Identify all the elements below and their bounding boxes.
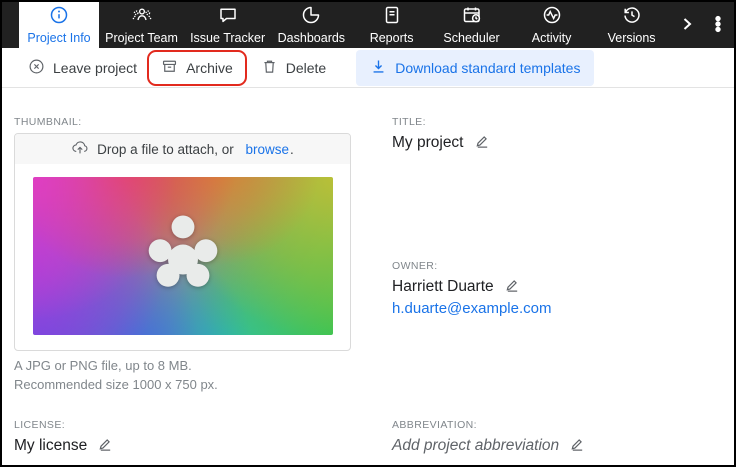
download-icon: [370, 58, 387, 78]
pencil-icon: [505, 278, 520, 296]
tab-label: Issue Tracker: [190, 31, 265, 45]
team-icon: [132, 5, 152, 28]
license-value: My license: [14, 437, 87, 455]
tab-label: Project Info: [27, 31, 90, 45]
reports-icon: [382, 5, 402, 28]
tab-dashboards[interactable]: Dashboards: [271, 2, 351, 48]
activity-icon: [542, 5, 562, 28]
pencil-icon: [98, 437, 113, 455]
thumbnail-dropzone[interactable]: Drop a file to attach, or browse.: [14, 133, 351, 351]
browse-link[interactable]: browse: [246, 142, 290, 157]
owner-value: Harriett Duarte: [392, 278, 494, 296]
drop-text: Drop a file to attach, or: [97, 142, 237, 157]
leave-project-label: Leave project: [53, 60, 137, 76]
pencil-icon: [570, 437, 585, 455]
tab-label: Scheduler: [443, 31, 499, 45]
tab-reports[interactable]: Reports: [352, 2, 432, 48]
archive-icon: [161, 58, 178, 78]
archive-label: Archive: [186, 60, 233, 76]
archive-highlight-annotation: Archive: [147, 50, 247, 86]
edit-title-button[interactable]: [475, 134, 490, 152]
tab-issue-tracker[interactable]: Issue Tracker: [184, 2, 271, 48]
app-window: Project Info Project Team Issue Tracker …: [0, 0, 736, 467]
tab-label: Dashboards: [278, 31, 345, 45]
title-value-row: My project: [392, 134, 490, 152]
dropzone-header: Drop a file to attach, or browse.: [15, 134, 350, 164]
title-value: My project: [392, 134, 464, 152]
owner-label: OWNER:: [392, 260, 438, 272]
versions-icon: [622, 5, 642, 28]
dashboards-icon: [301, 5, 321, 28]
splat-logo-icon: [139, 210, 227, 302]
kebab-menu-icon: [708, 14, 728, 37]
tab-scheduler[interactable]: Scheduler: [432, 2, 512, 48]
kebab-menu-button[interactable]: [703, 2, 734, 48]
tab-label: Project Team: [105, 31, 178, 45]
project-info-panel: THUMBNAIL: Drop a file to attach, or bro…: [2, 88, 734, 465]
title-label: TITLE:: [392, 116, 426, 128]
project-thumbnail-image: [33, 177, 333, 335]
download-templates-button[interactable]: Download standard templates: [356, 50, 594, 86]
tab-label: Activity: [532, 31, 572, 45]
nav-overflow-chevron[interactable]: [672, 2, 703, 48]
tab-label: Reports: [370, 31, 414, 45]
leave-project-icon: [28, 58, 45, 78]
trash-icon: [261, 58, 278, 78]
thumbnail-help-text: A JPG or PNG file, up to 8 MB. Recommend…: [14, 356, 218, 394]
delete-button[interactable]: Delete: [261, 58, 326, 78]
top-navigation: Project Info Project Team Issue Tracker …: [2, 2, 734, 48]
abbreviation-placeholder: Add project abbreviation: [392, 437, 559, 455]
abbreviation-value-row: Add project abbreviation: [392, 437, 585, 455]
abbreviation-label: ABBREVIATION:: [392, 419, 477, 431]
project-actions-toolbar: Leave project Archive Delete Download st…: [2, 48, 734, 88]
owner-value-row: Harriett Duarte: [392, 278, 520, 296]
tab-activity[interactable]: Activity: [512, 2, 592, 48]
tab-label: Versions: [608, 31, 656, 45]
cloud-upload-icon: [71, 139, 89, 160]
owner-email-link[interactable]: h.duarte@example.com: [392, 300, 551, 317]
edit-abbreviation-button[interactable]: [570, 437, 585, 455]
thumbnail-label: THUMBNAIL:: [14, 116, 82, 128]
tab-project-info[interactable]: Project Info: [19, 2, 99, 48]
scheduler-icon: [462, 5, 482, 28]
leave-project-button[interactable]: Leave project: [28, 58, 137, 78]
pencil-icon: [475, 134, 490, 152]
download-templates-label: Download standard templates: [395, 60, 580, 76]
info-icon: [49, 5, 69, 28]
archive-button[interactable]: Archive: [161, 58, 233, 78]
license-value-row: My license: [14, 437, 113, 455]
license-label: LICENSE:: [14, 419, 65, 431]
edit-license-button[interactable]: [98, 437, 113, 455]
issue-tracker-icon: [218, 5, 238, 28]
tab-project-team[interactable]: Project Team: [99, 2, 184, 48]
edit-owner-button[interactable]: [505, 278, 520, 296]
tab-versions[interactable]: Versions: [592, 2, 672, 48]
chevron-right-icon: [677, 14, 697, 37]
drop-text-suffix: .: [290, 142, 294, 157]
delete-label: Delete: [286, 60, 326, 76]
